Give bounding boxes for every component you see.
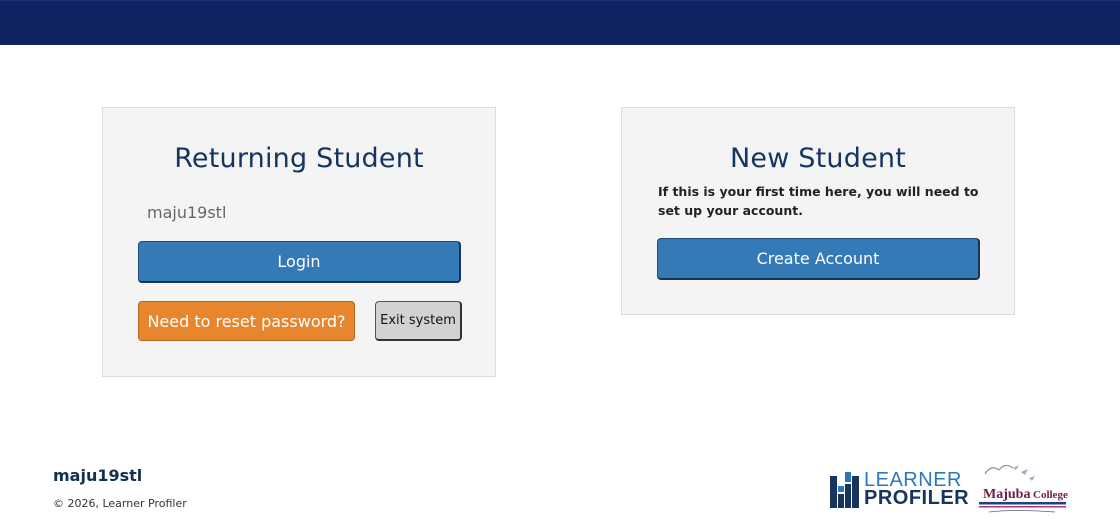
majuba-college-logo-image: Majuba College	[979, 464, 1068, 513]
username-display: maju19stl	[147, 203, 227, 222]
majuba-college-logo: Majuba College	[975, 460, 1070, 516]
new-student-title: New Student	[730, 143, 906, 174]
svg-text:Majuba: Majuba	[983, 487, 1030, 502]
learner-profiler-logo-line2: PROFILER	[864, 487, 970, 509]
footer-copyright: © 2026, Learner Profiler	[53, 497, 187, 510]
new-student-info: If this is your first time here, you wil…	[658, 184, 979, 218]
login-button[interactable]: Login	[138, 241, 461, 283]
svg-text:College: College	[1033, 489, 1068, 501]
learner-profiler-bars-icon	[830, 472, 859, 508]
returning-student-panel: Returning Student maju19stl Login Need t…	[102, 107, 496, 377]
learner-profiler-logo: LEARNER PROFILER	[830, 469, 969, 510]
returning-student-title: Returning Student	[174, 143, 424, 174]
top-header-bar	[0, 0, 1120, 45]
create-account-button[interactable]: Create Account	[657, 238, 980, 280]
reset-password-button[interactable]: Need to reset password?	[138, 301, 355, 341]
new-student-panel: New Student If this is your first time h…	[621, 107, 1015, 315]
footer-username: maju19stl	[53, 466, 143, 485]
exit-system-button[interactable]: Exit system	[375, 301, 462, 341]
